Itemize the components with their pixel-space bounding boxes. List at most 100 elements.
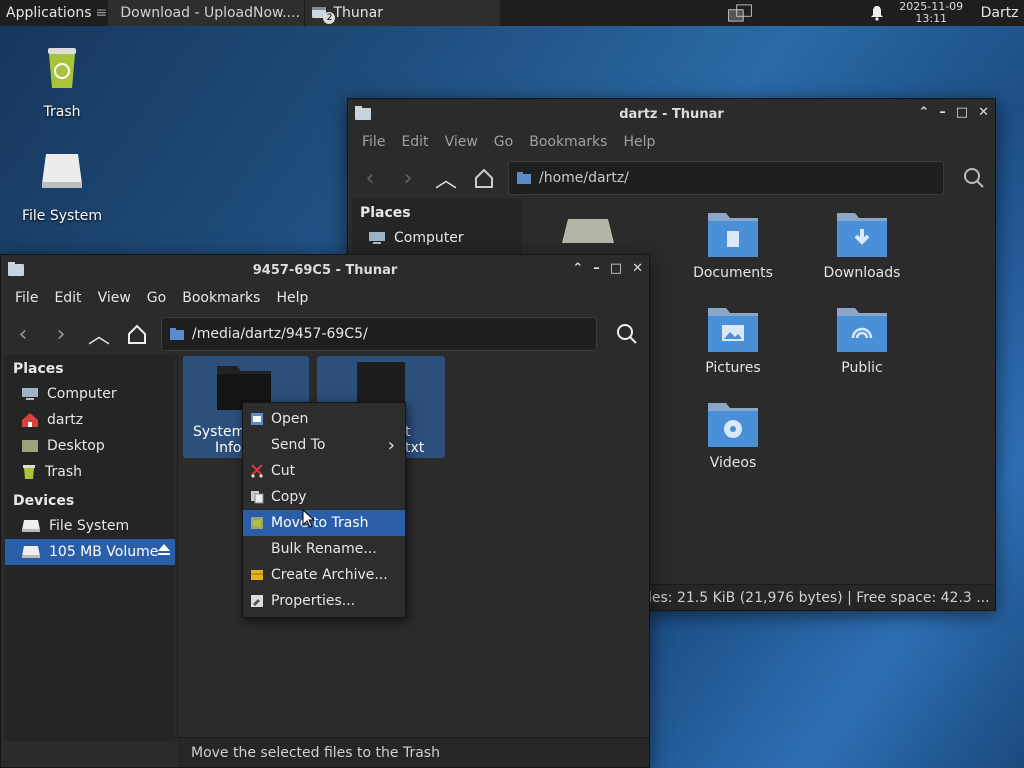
sidebar-item-label: Computer [47,386,117,402]
location-bar[interactable]: /home/dartz/ [508,161,944,195]
folder-label: Documents [693,265,773,281]
forward-icon[interactable]: › [47,320,75,348]
menu-edit[interactable]: Edit [46,290,89,306]
folder-item[interactable]: Downloads [812,209,912,281]
properties-icon [249,593,265,609]
desktop-icon [22,440,38,452]
search-icon[interactable] [613,320,641,348]
folder-item[interactable]: Pictures [683,304,783,376]
trash-icon [48,48,76,88]
location-bar[interactable]: /media/dartz/9457-69C5/ [161,317,597,351]
sidebar-item-desktop[interactable]: Desktop [5,433,175,459]
folder-item[interactable]: Videos [683,399,783,471]
maximize-icon[interactable]: □ [610,261,622,276]
folder-icon [517,172,531,184]
sidebar-item-trash[interactable]: Trash [5,459,175,485]
menu-view[interactable]: View [437,134,486,150]
sidebar-item-home[interactable]: dartz [5,407,175,433]
sidebar-item-volume[interactable]: 105 MB Volume [5,539,175,565]
menu-go[interactable]: Go [139,290,174,306]
drive-icon [22,546,40,558]
taskbar-item-thunar[interactable]: 2 Thunar [305,0,501,26]
taskbar-item-browser[interactable]: Download - UploadNow.... [108,0,306,26]
submenu-arrow-icon: › [387,434,395,456]
home-icon[interactable] [470,164,498,192]
menu-item-properties[interactable]: Properties... [243,588,405,614]
up-icon[interactable]: ︿ [432,164,460,193]
menu-item-open[interactable]: Open [243,406,405,432]
back-icon[interactable]: ‹ [356,164,384,192]
menu-item-label: Send To [271,437,326,453]
menubar: File Edit View Go Bookmarks Help [1,285,649,311]
folder-item[interactable]: Public [812,304,912,376]
chevron-up-icon[interactable]: ⌃ [572,261,583,276]
menu-bookmarks[interactable]: Bookmarks [521,134,615,150]
close-icon[interactable]: ✕ [978,105,989,120]
desktop-trash[interactable]: Trash [12,44,112,120]
search-icon[interactable] [960,164,988,192]
menu-help[interactable]: Help [268,290,316,306]
sidebar-item-filesystem[interactable]: File System [5,513,175,539]
home-icon[interactable] [123,320,151,348]
user-menu[interactable]: Dartz [975,0,1024,26]
trash-icon [249,515,265,531]
window-titlebar[interactable]: dartz - Thunar ⌃ – □ ✕ [348,99,995,129]
window-title: dartz - Thunar [619,106,724,122]
menu-item-bulk-rename[interactable]: Bulk Rename... [243,536,405,562]
minimize-icon[interactable]: – [593,261,600,276]
menu-item-send-to[interactable]: Send To › [243,432,405,458]
home-folder-icon [22,413,38,427]
documents-folder-icon [708,213,758,257]
sidebar-item-computer[interactable]: Computer [5,381,175,407]
menu-item-move-to-trash[interactable]: Move to Trash [243,510,405,536]
sidebar-item-label: dartz [47,412,84,428]
menu-item-label: Move to Trash [271,515,369,531]
menu-item-label: Create Archive... [271,567,388,583]
statusbar-text: les: 21.5 KiB (21,976 bytes) | Free spac… [648,589,990,606]
mouse-cursor-icon [302,509,316,528]
workspace-icon [727,4,752,22]
window-titlebar[interactable]: 9457-69C5 - Thunar ⌃ – □ ✕ [1,255,649,285]
clock[interactable]: 2025-11-09 13:11 [894,1,969,25]
menu-item-copy[interactable]: Copy [243,484,405,510]
forward-icon[interactable]: › [394,164,422,192]
back-icon[interactable]: ‹ [9,320,37,348]
location-path: /home/dartz/ [539,170,629,186]
notification-bell[interactable] [860,0,894,26]
sidebar-item-computer[interactable]: Computer [352,225,522,251]
workspace-switcher[interactable] [721,0,761,26]
menu-item-label: Bulk Rename... [271,541,377,557]
sidebar-item-label: Trash [45,464,82,480]
menu-item-cut[interactable]: Cut [243,458,405,484]
minimize-icon[interactable]: – [939,105,946,120]
window-app-icon [355,106,371,120]
folder-item[interactable]: Documents [683,209,783,281]
menu-bookmarks[interactable]: Bookmarks [174,290,268,306]
sidebar-item-label: File System [49,518,130,534]
close-icon[interactable]: ✕ [632,261,643,276]
eject-icon[interactable] [157,543,171,561]
menu-go[interactable]: Go [486,134,521,150]
trash-icon [23,465,35,479]
applications-menu[interactable]: Applications ≡ [0,0,108,26]
menu-item-create-archive[interactable]: Create Archive... [243,562,405,588]
sidebar: Places Computer [352,199,522,254]
public-folder-icon [837,308,887,352]
desktop-filesystem[interactable]: File System [12,148,112,224]
chevron-up-icon[interactable]: ⌃ [918,105,929,120]
menu-edit[interactable]: Edit [393,134,436,150]
menu-view[interactable]: View [90,290,139,306]
top-panel: Applications ≡ Download - UploadNow.... … [0,0,1024,26]
statusbar: Move the selected files to the Trash [177,737,649,767]
menu-file[interactable]: File [7,290,46,306]
drive-item-partial[interactable] [560,217,616,251]
toolbar: ‹ › ︿ /media/dartz/9457-69C5/ [1,311,649,357]
context-menu: Open Send To › Cut Copy Move to Trash Bu… [242,402,406,618]
folder-label: Downloads [823,265,901,281]
menu-help[interactable]: Help [615,134,663,150]
folder-label: Videos [709,455,757,471]
sidebar-places-header: Places [13,361,64,377]
up-icon[interactable]: ︿ [85,320,113,349]
maximize-icon[interactable]: □ [956,105,968,120]
menu-file[interactable]: File [354,134,393,150]
